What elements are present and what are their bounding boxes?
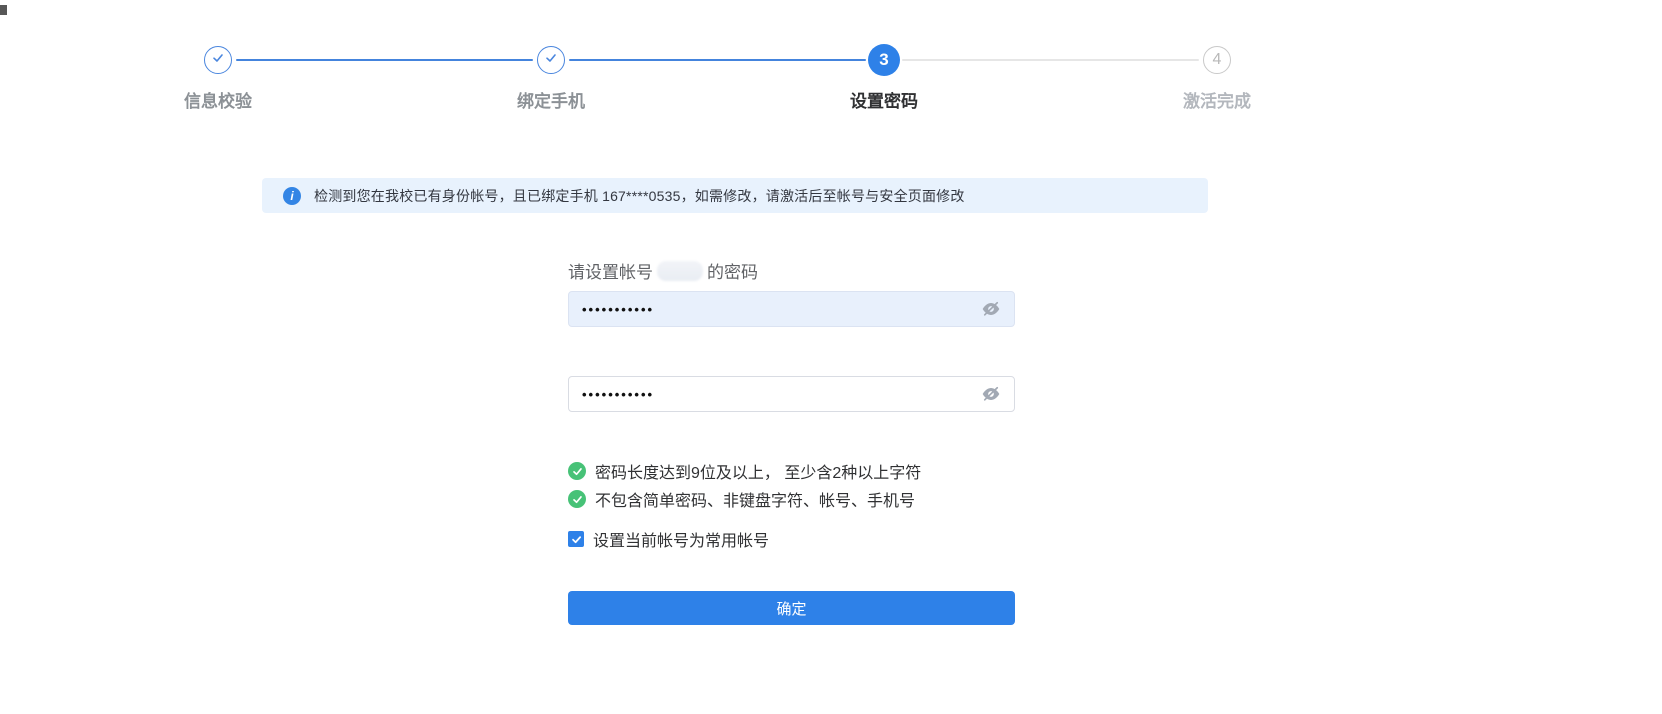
step-circle-activation-done: 4 xyxy=(1203,46,1231,74)
form-title: 请设置帐号 的密码 xyxy=(568,258,758,283)
step-circle-bind-phone xyxy=(537,46,565,74)
password-rule-content: 不包含简单密码、非键盘字符、帐号、手机号 xyxy=(568,489,915,509)
rule-text: 不包含简单密码、非键盘字符、帐号、手机号 xyxy=(595,487,915,511)
confirm-password-field-wrapper xyxy=(568,376,1015,412)
step-label-bind-phone: 绑定手机 xyxy=(461,87,641,112)
default-account-checkbox[interactable] xyxy=(568,531,584,547)
password-rule-length: 密码长度达到9位及以上， 至少含2种以上字符 xyxy=(568,461,921,481)
check-icon xyxy=(571,534,582,545)
confirm-password-input[interactable] xyxy=(569,377,1014,411)
stepper-connector-1 xyxy=(236,59,533,61)
password-field-wrapper xyxy=(568,291,1015,327)
default-account-checkbox-row[interactable]: 设置当前帐号为常用帐号 xyxy=(568,529,769,549)
green-check-icon xyxy=(568,462,586,480)
password-input[interactable] xyxy=(569,292,1014,326)
check-icon xyxy=(544,51,558,70)
form-title-prefix: 请设置帐号 xyxy=(568,258,653,283)
step-number: 4 xyxy=(1213,51,1222,69)
stepper-connector-2 xyxy=(569,59,866,61)
step-label-set-password: 设置密码 xyxy=(794,87,974,112)
step-label-activation-done: 激活完成 xyxy=(1127,87,1307,112)
toggle-password-visibility-button[interactable] xyxy=(980,298,1002,320)
info-banner: i 检测到您在我校已有身份帐号，且已绑定手机 167****0535，如需修改，… xyxy=(262,178,1208,213)
confirm-button[interactable]: 确定 xyxy=(568,591,1015,625)
info-icon: i xyxy=(283,187,301,205)
form-title-suffix: 的密码 xyxy=(707,258,758,283)
info-banner-text: 检测到您在我校已有身份帐号，且已绑定手机 167****0535，如需修改，请激… xyxy=(314,186,965,206)
step-circle-set-password: 3 xyxy=(868,44,900,76)
check-icon xyxy=(211,51,225,70)
stepper-connector-3 xyxy=(902,59,1199,61)
page-artifact xyxy=(0,5,7,15)
step-circle-verify-info xyxy=(204,46,232,74)
step-label-verify-info: 信息校验 xyxy=(128,87,308,112)
step-number: 3 xyxy=(879,50,888,70)
rule-text: 密码长度达到9位及以上， 至少含2种以上字符 xyxy=(595,459,921,483)
account-name-redacted xyxy=(657,261,703,281)
toggle-confirm-visibility-button[interactable] xyxy=(980,383,1002,405)
activation-page: 信息校验 绑定手机 3 设置密码 4 激活完成 i 检测到您在我校已有身份帐号，… xyxy=(0,0,1662,714)
eye-slash-icon xyxy=(981,384,1001,404)
green-check-icon xyxy=(568,490,586,508)
eye-slash-icon xyxy=(981,299,1001,319)
default-account-checkbox-label: 设置当前帐号为常用帐号 xyxy=(593,527,769,551)
